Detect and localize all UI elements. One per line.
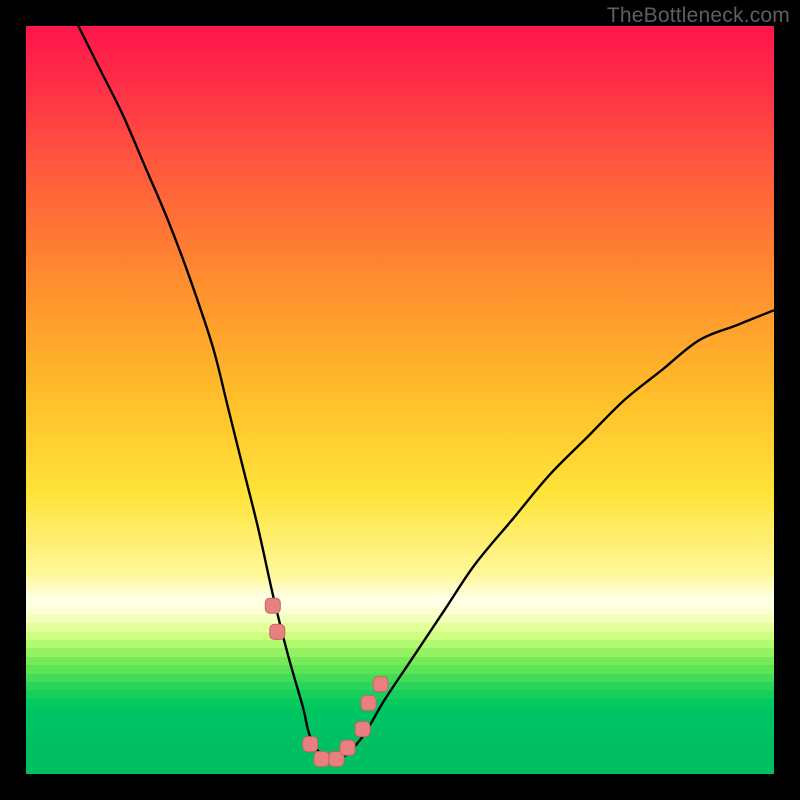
watermark-text: TheBottleneck.com xyxy=(607,4,790,28)
outer-frame: TheBottleneck.com xyxy=(0,0,800,800)
marker-point xyxy=(361,695,376,710)
marker-point xyxy=(303,737,318,752)
marker-point xyxy=(355,722,370,737)
marker-point xyxy=(314,752,329,767)
bottleneck-curve xyxy=(78,26,774,762)
curve-svg xyxy=(26,26,774,774)
marker-point xyxy=(340,740,355,755)
plot-area xyxy=(26,26,774,774)
marker-point xyxy=(373,677,388,692)
marker-group xyxy=(265,598,388,766)
marker-point xyxy=(270,624,285,639)
curve-path-group xyxy=(78,26,774,762)
marker-point xyxy=(265,598,280,613)
